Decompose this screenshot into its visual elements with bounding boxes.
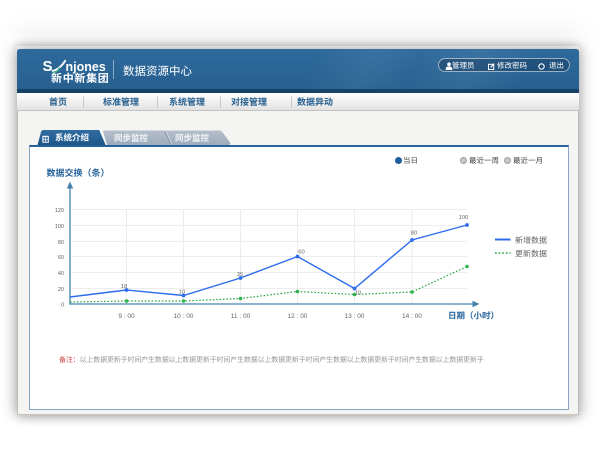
svg-text:18: 18	[121, 284, 127, 290]
svg-text:20: 20	[58, 287, 64, 293]
svg-text:10: 10	[355, 291, 361, 297]
svg-text:9 : 00: 9 : 00	[118, 313, 135, 320]
svg-text:12 : 00: 12 : 00	[288, 313, 308, 320]
svg-text:新增数据: 新增数据	[515, 236, 547, 245]
svg-text:60: 60	[298, 250, 304, 256]
svg-text:120: 120	[55, 208, 64, 214]
svg-text:80: 80	[58, 240, 64, 246]
svg-text:0: 0	[61, 303, 64, 309]
svg-text:14 : 00: 14 : 00	[402, 313, 422, 320]
svg-text:35: 35	[237, 272, 243, 278]
svg-text:更新数据: 更新数据	[515, 250, 547, 259]
svg-text:日期（小时）: 日期（小时）	[448, 311, 499, 321]
svg-text:100: 100	[55, 224, 64, 230]
svg-text:数据交换（条）: 数据交换（条）	[47, 168, 110, 178]
svg-text:11 : 00: 11 : 00	[231, 313, 251, 320]
svg-text:80: 80	[411, 231, 417, 237]
svg-text:10: 10	[179, 290, 185, 296]
svg-text:40: 40	[58, 271, 64, 277]
svg-text:10 : 00: 10 : 00	[174, 313, 194, 320]
svg-text:100: 100	[459, 215, 469, 221]
svg-text:13 : 00: 13 : 00	[345, 313, 365, 320]
svg-text:60: 60	[58, 255, 64, 261]
